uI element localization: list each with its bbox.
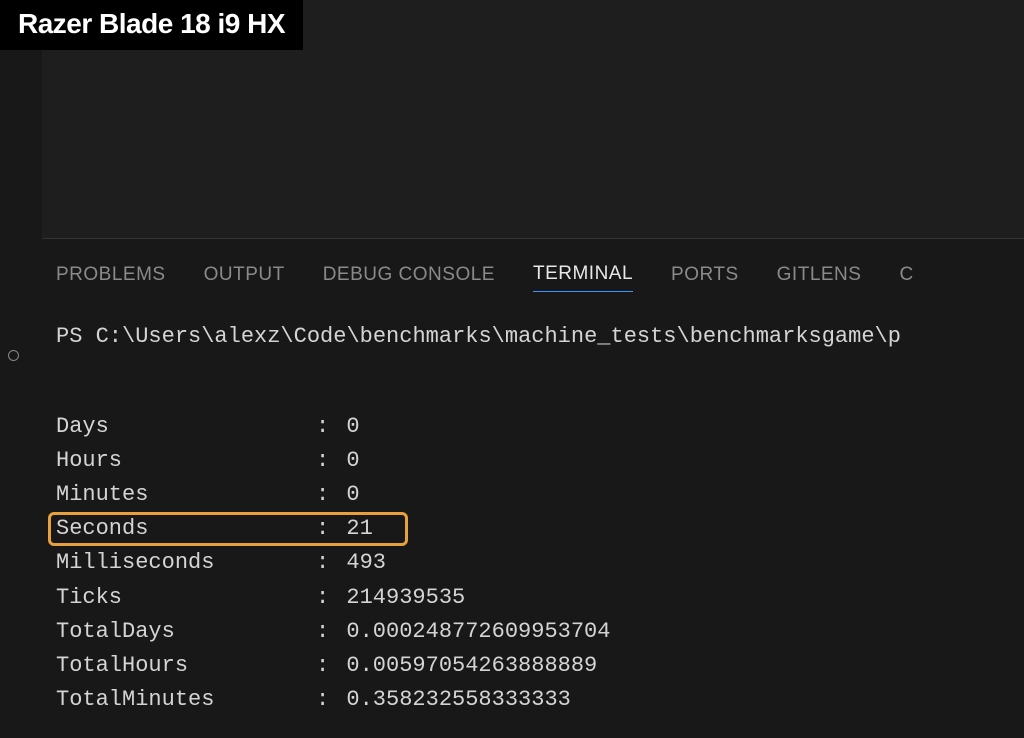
output-key: Days: [56, 410, 316, 444]
terminal-prompt-line: PS C:\Users\alexz\Code\benchmarks\machin…: [56, 320, 1010, 354]
tab-ports[interactable]: PORTS: [671, 264, 739, 292]
output-row: TotalHours: 0.00597054263888889: [56, 649, 1010, 683]
output-separator: :: [316, 512, 329, 546]
tab-gitlens[interactable]: GITLENS: [777, 264, 862, 292]
output-key: Milliseconds: [56, 546, 316, 580]
output-value: 0: [329, 444, 359, 478]
output-row: Minutes: 0: [56, 478, 1010, 512]
output-row: Milliseconds: 493: [56, 546, 1010, 580]
output-value: 0.358232558333333: [329, 683, 571, 717]
output-separator: :: [316, 478, 329, 512]
tab-problems[interactable]: PROBLEMS: [56, 264, 166, 292]
output-separator: :: [316, 546, 329, 580]
terminal-output: Days: 0Hours: 0Minutes: 0Seconds: 21Mill…: [56, 410, 1010, 717]
output-row: Ticks: 214939535: [56, 581, 1010, 615]
output-value: 214939535: [329, 581, 465, 615]
bottom-panel: PROBLEMS OUTPUT DEBUG CONSOLE TERMINAL P…: [42, 238, 1024, 738]
output-key: TotalDays: [56, 615, 316, 649]
output-key: Minutes: [56, 478, 316, 512]
output-row: TotalDays: 0.000248772609953704: [56, 615, 1010, 649]
output-separator: :: [316, 683, 329, 717]
output-row: Seconds: 21: [56, 512, 1010, 546]
output-separator: :: [316, 649, 329, 683]
output-separator: :: [316, 444, 329, 478]
output-key: TotalHours: [56, 649, 316, 683]
output-key: Hours: [56, 444, 316, 478]
output-value: 21: [329, 512, 373, 546]
terminal-body[interactable]: PS C:\Users\alexz\Code\benchmarks\machin…: [42, 302, 1024, 717]
tab-terminal[interactable]: TERMINAL: [533, 263, 633, 292]
output-separator: :: [316, 615, 329, 649]
tab-debug-console[interactable]: DEBUG CONSOLE: [323, 264, 495, 292]
output-row: TotalMinutes: 0.358232558333333: [56, 683, 1010, 717]
output-value: 0: [329, 478, 359, 512]
output-key: Seconds: [56, 512, 316, 546]
output-value: 0.00597054263888889: [329, 649, 597, 683]
panel-tabs: PROBLEMS OUTPUT DEBUG CONSOLE TERMINAL P…: [42, 239, 1024, 302]
output-value: 0.000248772609953704: [329, 615, 610, 649]
output-separator: :: [316, 581, 329, 615]
editor-area: [42, 50, 1024, 238]
activity-bar: [0, 50, 42, 738]
output-value: 0: [329, 410, 359, 444]
output-value: 493: [329, 546, 386, 580]
output-key: TotalMinutes: [56, 683, 316, 717]
tab-output[interactable]: OUTPUT: [204, 264, 285, 292]
breakpoint-gutter-icon: [8, 350, 19, 361]
output-row: Days: 0: [56, 410, 1010, 444]
output-key: Ticks: [56, 581, 316, 615]
tab-more-cutoff[interactable]: C: [899, 264, 913, 292]
output-row: Hours: 0: [56, 444, 1010, 478]
video-title-overlay: Razer Blade 18 i9 HX: [0, 0, 303, 50]
output-separator: :: [316, 410, 329, 444]
